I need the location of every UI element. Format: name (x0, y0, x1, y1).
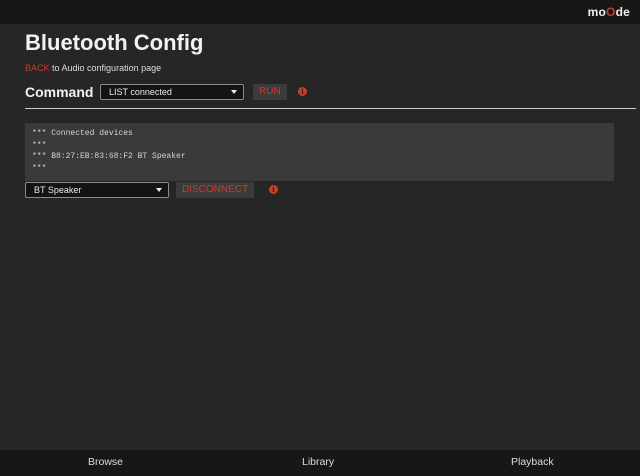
info-icon[interactable]: i (298, 87, 307, 96)
logo-accent: O (606, 5, 616, 19)
logo-prefix: mo (587, 5, 607, 19)
scrollbar[interactable] (636, 24, 640, 450)
nav-library[interactable]: Library (302, 456, 334, 468)
command-output: *** Connected devices *** *** B8:27:EB:8… (25, 123, 614, 181)
back-link[interactable]: BACK (25, 63, 50, 73)
command-select-value: LIST connected (109, 87, 172, 97)
command-select[interactable]: LIST connected (100, 84, 244, 100)
disconnect-button[interactable]: DISCONNECT (176, 182, 255, 198)
page-title: Bluetooth Config (25, 30, 204, 55)
divider (25, 108, 640, 109)
breadcrumb: BACK to Audio configuration page (25, 63, 161, 73)
device-select[interactable]: BT Speaker (25, 182, 169, 198)
run-button[interactable]: RUN (253, 84, 287, 100)
command-label: Command (25, 84, 94, 100)
command-row: Command LIST connected RUN i (25, 83, 625, 101)
chevron-down-icon (156, 188, 162, 192)
nav-playback[interactable]: Playback (511, 456, 554, 468)
chevron-down-icon (231, 90, 237, 94)
top-bar: moOde (0, 0, 640, 24)
breadcrumb-text: to Audio configuration page (49, 63, 162, 73)
moode-logo[interactable]: moOde (588, 5, 630, 19)
info-icon[interactable]: i (269, 185, 278, 194)
bottom-nav: Browse Library Playback (0, 450, 640, 476)
logo-suffix: de (615, 5, 630, 19)
main-content: Bluetooth Config BACK to Audio configura… (0, 24, 640, 450)
nav-browse[interactable]: Browse (88, 456, 123, 468)
device-select-value: BT Speaker (34, 185, 82, 195)
